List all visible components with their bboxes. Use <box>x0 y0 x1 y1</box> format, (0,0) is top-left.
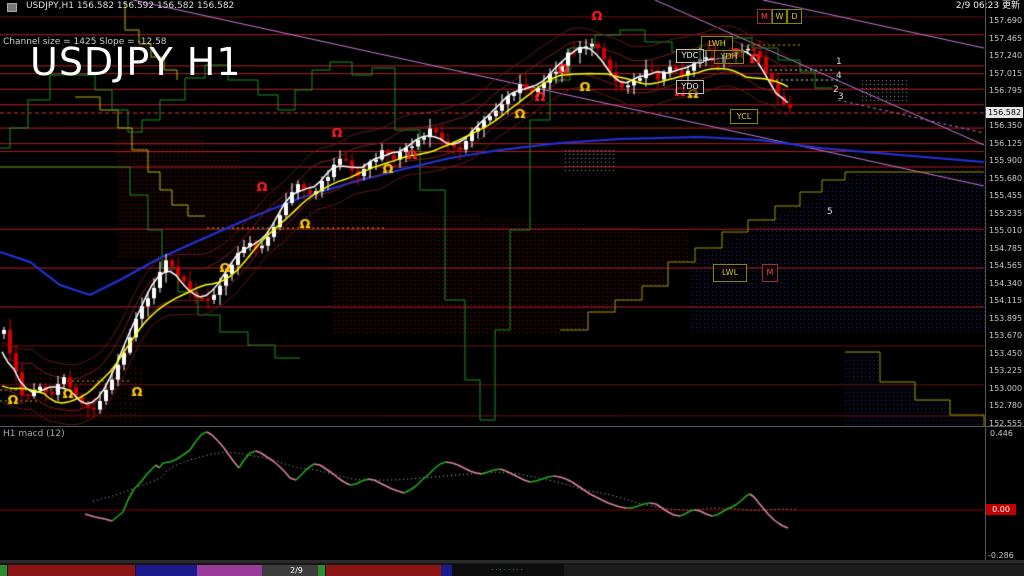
price-axis-tick: 156.350 <box>989 121 1022 130</box>
macd-current-value-badge: 0.00 <box>986 504 1016 515</box>
pivot-point-number: 5 <box>827 207 833 217</box>
price-axis-tick: 155.900 <box>989 156 1022 165</box>
session-timeline-bar: 2/9 ········ <box>0 563 1024 576</box>
chart-window-icon <box>7 3 17 12</box>
macd-panel-label: H1 macd (12) <box>3 429 65 439</box>
pivot-point-number: 1 <box>836 57 842 67</box>
watermark-green-text: ········ <box>452 564 564 576</box>
session-bar-segment <box>564 565 1024 576</box>
chart-watermark-title: USDJPY H1 <box>30 40 242 84</box>
chart-info-strip: USDJPY,H1 156.582 156.592 156.582 156.58… <box>0 0 1024 13</box>
price-axis-tick: 154.340 <box>989 279 1022 288</box>
price-axis-tick: 154.115 <box>989 296 1022 305</box>
price-axis-tick: 155.235 <box>989 209 1022 218</box>
price-axis-tick: 153.670 <box>989 331 1022 340</box>
marker-box-d: D <box>787 9 802 24</box>
marker-box-lwh: LWH <box>701 36 733 51</box>
session-bar-segment <box>0 565 7 576</box>
marker-box-w: W <box>772 9 787 24</box>
session-bar-segment <box>197 565 262 576</box>
price-axis-tick: 157.015 <box>989 69 1022 78</box>
trading-terminal-window: USDJPY,H1 156.582 156.592 156.582 156.58… <box>0 0 1024 576</box>
symbol-ohlc-readout: USDJPY,H1 156.582 156.592 156.582 156.58… <box>26 0 234 13</box>
price-axis-tick: 157.240 <box>989 51 1022 60</box>
marker-box-m: M <box>757 9 772 24</box>
session-bar-date: 2/9 <box>290 565 303 576</box>
session-bar-segment <box>318 565 325 576</box>
price-axis-tick: 157.465 <box>989 34 1022 43</box>
price-axis-tick: 156.125 <box>989 139 1022 148</box>
macd-axis-min: -0.286 <box>988 551 1014 560</box>
price-axis-tick: 152.780 <box>989 401 1022 410</box>
panel-separator-main-macd <box>0 426 1024 427</box>
price-axis-tick: 155.455 <box>989 191 1022 200</box>
price-axis-tick: 154.785 <box>989 244 1022 253</box>
price-axis-tick: 154.565 <box>989 261 1022 270</box>
macd-indicator-canvas[interactable] <box>0 427 985 563</box>
pivot-point-number: 4 <box>836 71 842 81</box>
price-axis-tick: 156.795 <box>989 86 1022 95</box>
price-axis-tick: 155.010 <box>989 226 1022 235</box>
macd-axis-max: 0.446 <box>990 429 1013 438</box>
price-axis-tick: 153.225 <box>989 366 1022 375</box>
marker-box-m: M <box>762 264 778 282</box>
marker-box-ydo: YDO <box>676 80 704 94</box>
session-bar-segment <box>136 565 197 576</box>
price-axis-tick: 153.450 <box>989 349 1022 358</box>
price-axis-tick: 153.000 <box>989 384 1022 393</box>
price-axis-tick: 155.680 <box>989 174 1022 183</box>
pivot-point-number: 3 <box>838 92 844 102</box>
session-bar-segment <box>8 565 135 576</box>
marker-box-ydc: YDC <box>676 49 704 63</box>
price-axis-tick: 153.895 <box>989 314 1022 323</box>
marker-box-ycl: YCL <box>730 109 758 124</box>
marker-box-lwl: LWL <box>713 264 747 282</box>
marker-box-ydh: YDH <box>714 50 744 64</box>
axis-separator-vertical <box>985 0 986 563</box>
last-updated-timestamp: 2/9 06:23 更新 <box>956 0 1020 13</box>
current-price-badge: 156.582 <box>986 107 1023 118</box>
session-bar-segment <box>326 565 441 576</box>
price-axis-tick: 157.690 <box>989 16 1022 25</box>
